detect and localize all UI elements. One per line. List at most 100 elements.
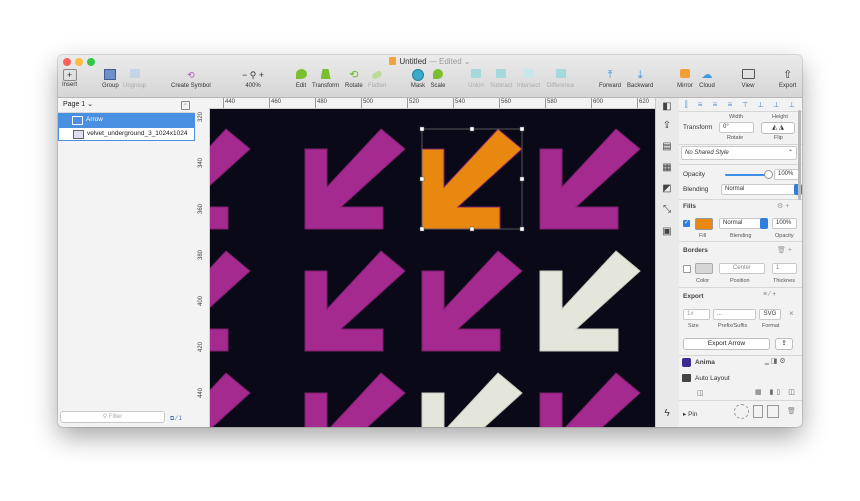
remove-export-icon[interactable]: × [789,309,794,318]
layer-filter-input[interactable]: ⚲ Filter [60,411,165,423]
arrow-shape[interactable] [539,372,641,427]
backward-button[interactable]: ⤓ Backward [627,69,653,89]
layer-row-image[interactable]: velvet_underground_3_1024x1024 [58,127,195,141]
pin-horizontal-icon[interactable] [767,405,779,418]
export-options-icons[interactable]: ≡ ⁄ + [763,291,776,298]
export-format-select[interactable]: SVG [759,309,781,320]
arrange-icon[interactable]: ◩ [661,183,673,194]
pin-section[interactable]: ▸ Pin [683,410,697,418]
border-thickness-field[interactable]: 1 [772,263,797,274]
arrow-shape[interactable] [304,128,406,230]
resize-handle[interactable] [419,176,425,182]
share-icon[interactable]: ⇪ [661,120,673,131]
transform-label: Transform [683,124,713,131]
create-symbol-button[interactable]: ⟲ Create Symbol [171,69,211,89]
layout-icon[interactable]: ◫ [697,389,704,397]
print-icon[interactable]: ▤ [661,141,673,152]
export-arrow-button[interactable]: Export Arrow [683,338,770,350]
arrow-shape[interactable] [210,372,251,427]
resize-handle[interactable] [469,126,475,132]
add-page-icon[interactable]: ▫ [181,101,190,110]
border-enabled-checkbox[interactable] [683,265,691,273]
align-icons[interactable]: ⫿ ≡ ≡ ≡ ⊤ ⊥ ⊥ ⊥ [685,100,798,110]
scale-button[interactable]: Scale [430,69,446,89]
arrow-shape[interactable] [421,128,523,230]
intersect-button[interactable]: Intersect [517,69,540,89]
inspector-scrollbar[interactable] [798,110,801,200]
resize-handle[interactable] [419,126,425,132]
fill-blend-value: Normal [723,220,743,226]
opacity-slider[interactable] [725,174,767,176]
layer-row-arrow[interactable]: Arrow [58,113,195,127]
shared-style-select[interactable]: No Shared Style ⌃ [681,146,797,160]
layer-filter-icons[interactable]: ⧉ ⁄ 1 [170,416,182,423]
resize-handle[interactable] [519,176,525,182]
arrow-shape[interactable] [304,372,406,427]
zoom-control[interactable]: − ⚲ + 400% [236,69,270,89]
arrow-shape[interactable] [539,128,641,230]
page-selector[interactable]: Page 1 ⌄ ▫ [58,98,195,113]
share-export-icon[interactable]: ⇪ [775,338,793,350]
arrow-shape[interactable] [421,250,523,352]
ungroup-button[interactable]: Ungroup [123,69,146,89]
flip-buttons[interactable]: ◭ ◮ [761,122,795,134]
export-size-field[interactable]: 1x [683,309,710,320]
insert-button[interactable]: + Insert [62,69,77,88]
fill-enabled-checkbox[interactable]: ✓ [683,220,690,227]
transform-button[interactable]: Transform [312,69,339,89]
export-prefix-field[interactable]: ... [713,309,756,320]
subtract-button[interactable]: Subtract [490,69,512,89]
border-color-swatch[interactable] [695,263,713,274]
anima-options-icons[interactable]: ‗ ◨ ⚙ [765,357,786,365]
opacity-slider-knob[interactable] [764,170,773,179]
horizontal-ruler[interactable]: 440 460 480 500 520 540 560 580 600 620 [195,98,655,109]
arrow-shape[interactable] [421,372,523,427]
canvas[interactable] [210,109,655,427]
resize-handle[interactable] [519,226,525,232]
difference-button[interactable]: Difference [547,69,574,89]
rotate-field[interactable]: 0° [719,122,754,133]
arrow-shape[interactable] [210,250,251,352]
union-button[interactable]: Union [468,69,484,89]
lightning-icon[interactable]: ϟ [661,408,673,419]
scale-label: Scale [430,83,446,89]
layout-grid-icon[interactable]: ▦ [661,162,673,173]
anima-logo-icon [682,358,691,367]
group-label: Group [102,83,119,89]
group-button[interactable]: Group [102,69,119,89]
ruler-tick-label: 380 [198,249,204,260]
vertical-ruler[interactable]: 320 340 360 380 400 420 440 [195,108,210,427]
resize-handle[interactable] [469,226,475,232]
share-icon: ⇧ [783,69,793,81]
export-button[interactable]: ⇧ Export [779,69,796,89]
resize-icon[interactable]: ⤡ [661,204,673,215]
flatten-button[interactable]: Flatten [368,69,386,89]
mask-button[interactable]: Mask [410,69,426,89]
opacity-field[interactable]: 100% [774,169,799,180]
cloud-button[interactable]: ☁ Cloud [699,69,715,89]
rotate-button[interactable]: ⟲ Rotate [345,69,363,89]
arrow-shape[interactable] [539,250,641,352]
layout-options-icons[interactable]: ▦ ▮▯ ◫ [755,388,798,396]
fill-opacity-field[interactable]: 100% [772,218,797,229]
arrow-shape[interactable] [210,128,251,230]
blending-select[interactable]: Normal [721,184,796,195]
resize-handle[interactable] [519,126,525,132]
fill-settings-icon[interactable]: ⚙ + [777,202,789,210]
resize-handle[interactable] [419,226,425,232]
trash-icon[interactable]: 🗑 [787,407,796,415]
edit-button[interactable]: Edit [293,69,309,89]
chevron-updown-icon: ⌃ [786,150,792,156]
border-position-select[interactable]: Center [719,263,765,274]
image-icon[interactable]: ▣ [661,226,673,237]
border-trash-icon[interactable]: 🗑 + [777,246,792,254]
pin-panel-icon[interactable]: ◧ [661,101,673,112]
pin-vertical-icon[interactable] [753,405,763,418]
pin-control-icon[interactable] [734,404,749,419]
arrow-shape[interactable] [304,250,406,352]
fill-blend-dropdown-arrow[interactable] [760,218,768,229]
forward-button[interactable]: ⤒ Forward [599,69,621,89]
mirror-button[interactable]: Mirror [677,69,693,89]
fill-color-swatch[interactable] [695,218,713,230]
view-button[interactable]: View [740,69,756,89]
